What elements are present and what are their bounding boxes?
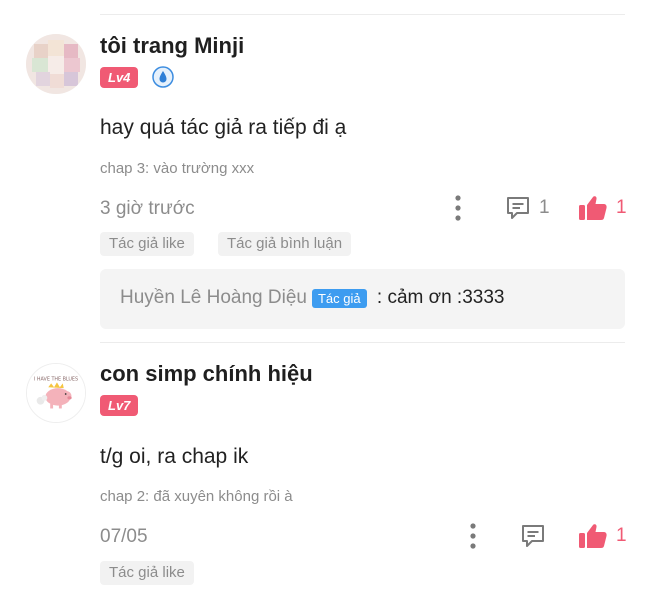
chapter-link[interactable]: chap 3: vào trường xxx — [100, 160, 254, 177]
comment-icon — [507, 197, 529, 219]
level-badge: Lv7 — [100, 395, 139, 416]
more-options-button[interactable] — [464, 521, 482, 551]
more-vertical-icon — [455, 195, 461, 221]
timestamp: 3 giờ trước — [100, 198, 195, 219]
more-vertical-icon — [470, 523, 476, 549]
level-badge: Lv4 — [100, 67, 139, 88]
reply-author[interactable]: Huyền Lê Hoàng Diệu — [120, 287, 307, 309]
comment-text: t/g oi, ra chap ik — [100, 445, 249, 468]
reply-count: 1 — [539, 197, 550, 218]
author-reply: Huyền Lê Hoàng Diệu Tác giả : cảm ơn :33… — [100, 269, 625, 329]
author-badge: Tác giả — [311, 288, 367, 308]
more-options-button[interactable] — [449, 193, 467, 223]
water-drop-badge-icon — [152, 66, 174, 88]
reply-line: Huyền Lê Hoàng Diệu Tác giả : cảm ơn :33… — [120, 287, 504, 309]
thumbs-up-icon — [579, 196, 607, 220]
avatar[interactable]: I HAVE THE BLUES — [26, 363, 86, 423]
reply-separator: : — [371, 287, 388, 308]
comment-text: hay quá tác giả ra tiếp đi ạ — [100, 116, 347, 139]
svg-text:I HAVE THE BLUES: I HAVE THE BLUES — [34, 376, 78, 382]
like-button[interactable]: 1 — [578, 193, 627, 223]
timestamp: 07/05 — [100, 526, 148, 547]
top-divider — [100, 14, 625, 15]
like-count: 1 — [616, 197, 627, 218]
avatar[interactable] — [26, 34, 86, 94]
thumbs-up-icon — [579, 524, 607, 548]
tag-author-liked: Tác giả like — [100, 232, 194, 256]
tag-author-liked: Tác giả like — [100, 561, 194, 585]
comment-divider — [100, 342, 625, 343]
username[interactable]: tôi trang Minji — [100, 33, 244, 59]
username[interactable]: con simp chính hiệu — [100, 361, 313, 387]
chapter-link[interactable]: chap 2: đã xuyên không rồi à — [100, 488, 293, 505]
reply-button[interactable]: 1 — [504, 193, 550, 223]
tag-author-commented: Tác giả bình luận — [218, 232, 352, 256]
reply-text: cảm ơn :3333 — [387, 287, 505, 308]
like-count: 1 — [616, 525, 627, 546]
like-button[interactable]: 1 — [578, 521, 627, 551]
reply-button[interactable] — [519, 521, 547, 551]
comment-icon — [522, 525, 544, 547]
